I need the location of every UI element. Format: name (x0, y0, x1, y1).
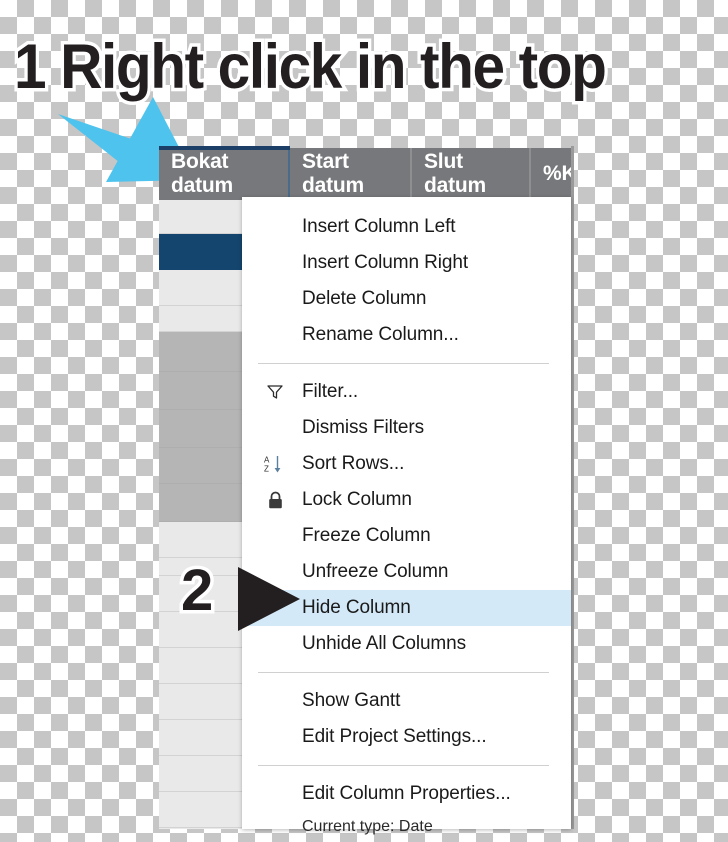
column-header-percent-k[interactable]: %K (531, 148, 574, 200)
current-type-label: Current type: Date (302, 818, 433, 835)
menu-item-label: Edit Project Settings... (302, 726, 487, 747)
menu-item-label: Dismiss Filters (302, 417, 424, 438)
filter-funnel-icon (262, 374, 288, 410)
menu-item-label: Show Gantt (302, 690, 401, 711)
menu-item-label: Filter... (302, 381, 359, 402)
black-pointer-arrow-icon (238, 567, 300, 631)
column-header-start-datum[interactable]: Start datum (290, 148, 412, 200)
svg-text:Z: Z (264, 465, 269, 474)
menu-item-label: Unfreeze Column (302, 561, 449, 582)
menu-item-label: Sort Rows... (302, 453, 405, 474)
menu-item-freeze-column[interactable]: Freeze Column (242, 518, 571, 554)
menu-top-padding (242, 197, 571, 209)
sort-az-icon: A Z (262, 446, 288, 482)
screenshot-stage: 1 Right click in the top Bokat datum Sta… (0, 0, 728, 836)
menu-item-insert-column-left[interactable]: Insert Column Left (242, 209, 571, 245)
menu-item-label: Insert Column Left (302, 216, 456, 237)
menu-item-insert-column-right[interactable]: Insert Column Right (242, 245, 571, 281)
menu-item-show-gantt[interactable]: Show Gantt (242, 683, 571, 719)
column-header-slut-datum[interactable]: Slut datum (412, 148, 531, 200)
menu-item-lock-column[interactable]: Lock Column (242, 482, 571, 518)
grid-right-edge (571, 146, 574, 829)
menu-item-edit-project-settings[interactable]: Edit Project Settings... (242, 719, 571, 755)
menu-item-filter[interactable]: Filter... (242, 374, 571, 410)
menu-item-label: Freeze Column (302, 525, 431, 546)
menu-item-dismiss-filters[interactable]: Dismiss Filters (242, 410, 571, 446)
menu-separator (258, 672, 549, 673)
menu-separator (258, 765, 549, 766)
step-2-marker: 2 (177, 558, 216, 623)
menu-item-edit-column-properties[interactable]: Edit Column Properties... (242, 776, 571, 812)
menu-item-delete-column[interactable]: Delete Column (242, 281, 571, 317)
column-header-row: Bokat datum Start datum Slut datum %K (159, 148, 574, 200)
menu-item-rename-column[interactable]: Rename Column... (242, 317, 571, 353)
selected-column-indicator (159, 146, 290, 150)
menu-item-label: Delete Column (302, 288, 427, 309)
lock-icon (262, 482, 288, 518)
menu-item-label: Edit Column Properties... (302, 783, 511, 804)
column-header-bokat-datum[interactable]: Bokat datum (159, 148, 290, 200)
menu-item-label: Unhide All Columns (302, 633, 467, 654)
menu-item-label: Lock Column (302, 489, 412, 510)
menu-item-sort-rows[interactable]: A Z Sort Rows... (242, 446, 571, 482)
menu-separator (258, 363, 549, 364)
menu-item-label: Rename Column... (302, 324, 459, 345)
svg-text:A: A (264, 456, 270, 465)
menu-item-label: Hide Column (302, 597, 411, 618)
menu-item-label: Insert Column Right (302, 252, 469, 273)
column-context-menu: Insert Column Left Insert Column Right D… (242, 197, 571, 835)
